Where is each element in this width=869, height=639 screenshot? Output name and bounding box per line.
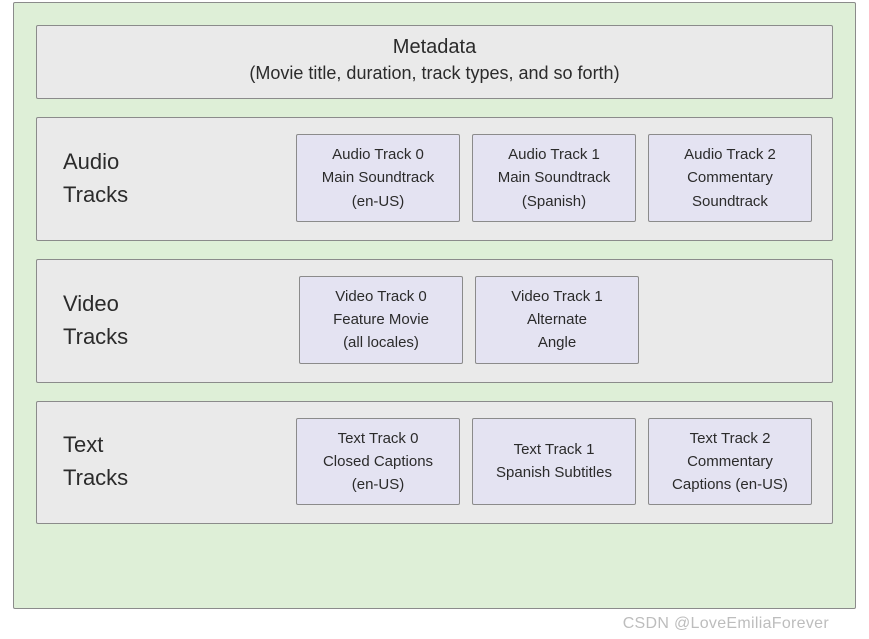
track-line: Commentary (655, 450, 805, 473)
track-line: Audio Track 2 (655, 143, 805, 166)
track-line: Audio Track 1 (479, 143, 629, 166)
audio-track-1: Audio Track 1 Main Soundtrack (Spanish) (472, 134, 636, 222)
audio-tracks-panel: Audio Tracks Audio Track 0 Main Soundtra… (36, 117, 833, 241)
metadata-panel: Metadata (Movie title, duration, track t… (36, 25, 833, 99)
metadata-title: Metadata (51, 36, 818, 59)
track-line: (Spanish) (479, 190, 629, 213)
track-line: Commentary (655, 166, 805, 189)
track-line: Closed Captions (303, 450, 453, 473)
text-tracks-row: Text Track 0 Closed Captions (en-US) Tex… (296, 418, 812, 506)
text-tracks-panel: Text Tracks Text Track 0 Closed Captions… (36, 401, 833, 525)
track-line: Audio Track 0 (303, 143, 453, 166)
video-tracks-panel: Video Tracks Video Track 0 Feature Movie… (36, 259, 833, 383)
section-label-line2: Tracks (63, 465, 128, 490)
track-line: Alternate (482, 308, 632, 331)
track-line: Feature Movie (306, 308, 456, 331)
section-label-line2: Tracks (63, 182, 128, 207)
track-line: Angle (482, 331, 632, 354)
audio-track-2: Audio Track 2 Commentary Soundtrack (648, 134, 812, 222)
text-track-2: Text Track 2 Commentary Captions (en-US) (648, 418, 812, 506)
section-label-line2: Tracks (63, 324, 128, 349)
track-line: (all locales) (306, 331, 456, 354)
video-track-0: Video Track 0 Feature Movie (all locales… (299, 276, 463, 364)
text-track-0: Text Track 0 Closed Captions (en-US) (296, 418, 460, 506)
media-container: Metadata (Movie title, duration, track t… (13, 2, 856, 609)
track-line: Text Track 2 (655, 427, 805, 450)
track-line: (en-US) (303, 190, 453, 213)
track-line: Video Track 1 (482, 285, 632, 308)
track-line: (en-US) (303, 473, 453, 496)
section-label-line1: Video (63, 291, 119, 316)
audio-track-0: Audio Track 0 Main Soundtrack (en-US) (296, 134, 460, 222)
video-tracks-row: Video Track 0 Feature Movie (all locales… (299, 276, 639, 364)
track-line: Text Track 1 (479, 438, 629, 461)
section-label-line1: Text (63, 432, 103, 457)
watermark: CSDN @LoveEmiliaForever (623, 615, 829, 633)
video-tracks-label: Video Tracks (57, 287, 287, 353)
audio-tracks-row: Audio Track 0 Main Soundtrack (en-US) Au… (296, 134, 812, 222)
video-track-1: Video Track 1 Alternate Angle (475, 276, 639, 364)
text-track-1: Text Track 1 Spanish Subtitles (472, 418, 636, 506)
track-line: Main Soundtrack (303, 166, 453, 189)
metadata-subtitle: (Movie title, duration, track types, and… (51, 63, 818, 84)
track-line: Soundtrack (655, 190, 805, 213)
text-tracks-label: Text Tracks (57, 428, 284, 494)
track-line: Spanish Subtitles (479, 461, 629, 484)
track-line: Text Track 0 (303, 427, 453, 450)
track-line: Video Track 0 (306, 285, 456, 308)
section-label-line1: Audio (63, 149, 119, 174)
audio-tracks-label: Audio Tracks (57, 145, 284, 211)
track-line: Main Soundtrack (479, 166, 629, 189)
track-line: Captions (en-US) (655, 473, 805, 496)
